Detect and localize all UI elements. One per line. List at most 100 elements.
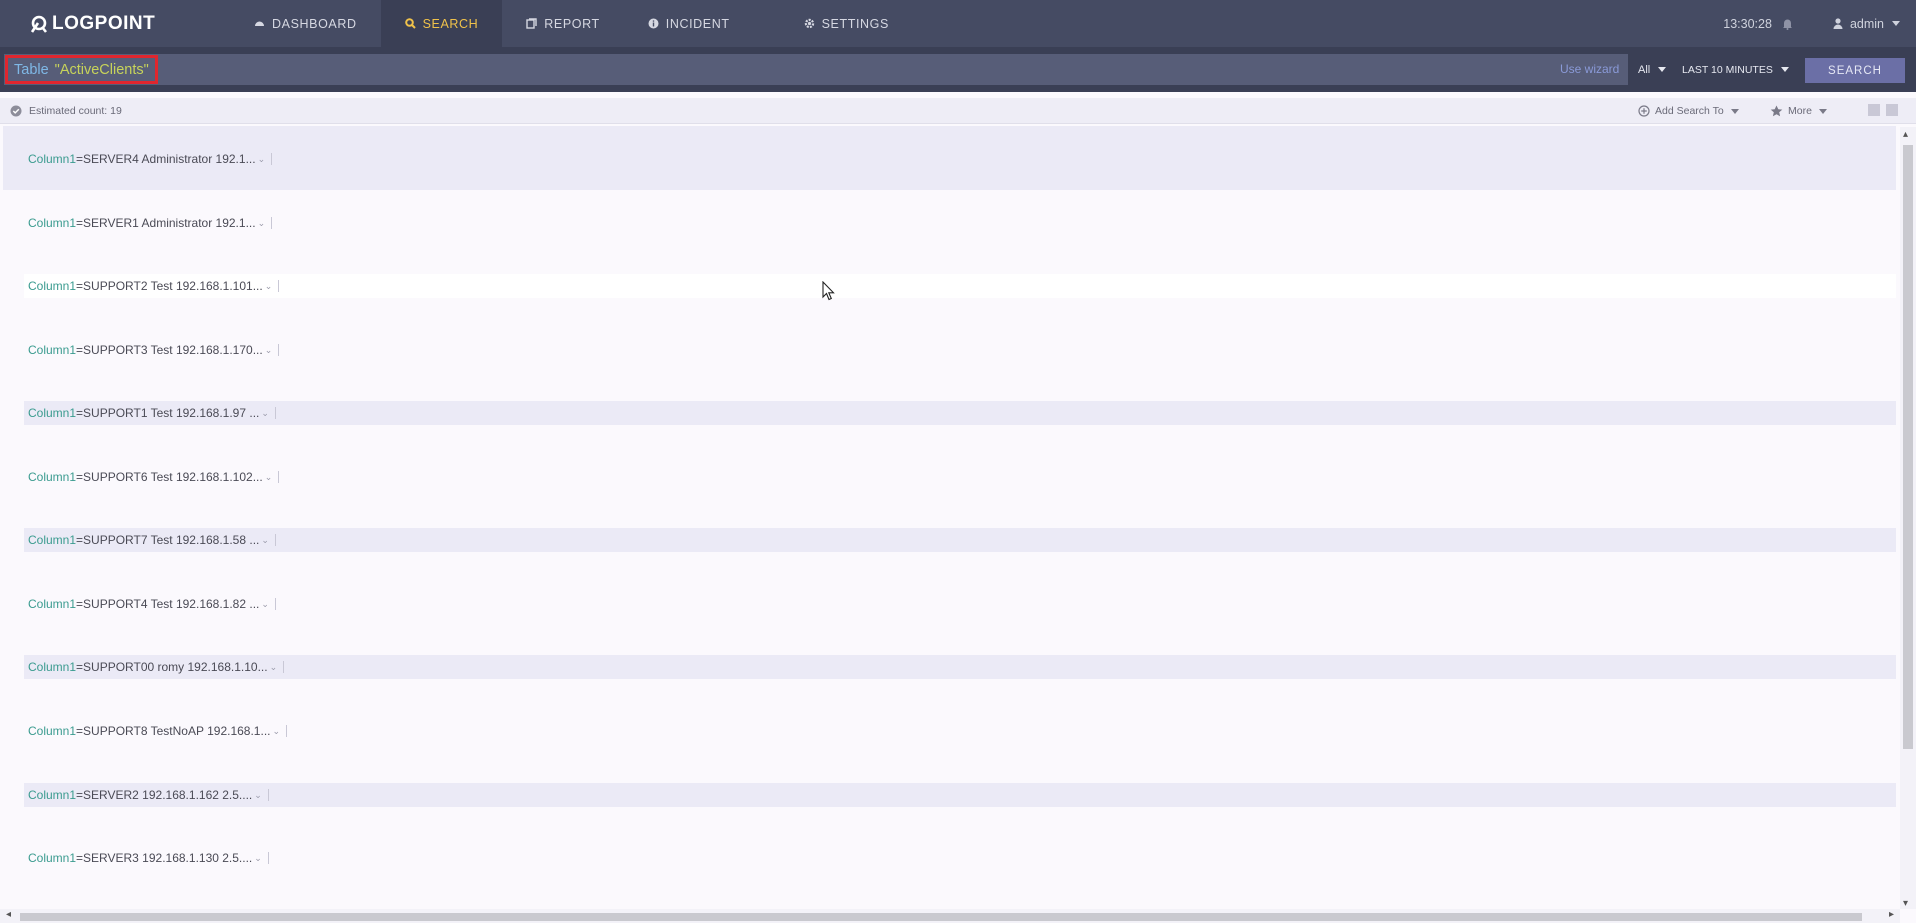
chevron-down-icon (1780, 67, 1789, 72)
chevron-down-icon[interactable]: ⌄ (261, 408, 269, 419)
chevron-down-icon[interactable]: ⌄ (254, 853, 262, 864)
field-key[interactable]: Column1 (28, 597, 76, 611)
scroll-right-icon[interactable]: ▸ (1889, 909, 1894, 920)
field-key[interactable]: Column1 (28, 152, 76, 166)
query-input[interactable] (4, 54, 1628, 85)
divider (271, 217, 273, 229)
table-row[interactable]: Column1 =SUPPORT3 Test 192.168.1.170... ⌄ (24, 338, 1896, 362)
nav-report[interactable]: REPORT (502, 0, 623, 47)
chevron-down-icon (1730, 108, 1739, 114)
divider (274, 407, 276, 419)
nav-incident-label: INCIDENT (665, 16, 730, 31)
scroll-up-icon[interactable]: ▴ (1903, 129, 1908, 140)
table-row[interactable]: Column1 =SUPPORT8 TestNoAP 192.168.1... ⌄ (24, 719, 1896, 743)
table-row[interactable]: Column1 =SUPPORT00 romy 192.168.1.10... ⌄ (24, 655, 1896, 679)
top-nav: LOGPOINT DASHBOARD SEARCH REPORT INCIDEN… (0, 0, 1916, 47)
field-value[interactable]: =SUPPORT00 romy 192.168.1.10... (76, 660, 268, 674)
chevron-down-icon[interactable]: ⌄ (254, 790, 262, 801)
scrollbar-thumb[interactable] (20, 913, 1862, 921)
table-row[interactable]: Column1 =SUPPORT6 Test 192.168.1.102... ⌄ (24, 465, 1896, 489)
chevron-down-icon[interactable]: ⌄ (258, 218, 266, 229)
clock: 13:30:28 (1723, 16, 1772, 31)
query-text[interactable]: Table "ActiveClients" (5, 55, 158, 84)
table-row[interactable]: Column1 =SERVER3 192.168.1.130 2.5.... ⌄ (24, 846, 1896, 870)
divider (267, 852, 269, 864)
nav-settings[interactable]: SETTINGS (754, 0, 913, 47)
scroll-down-icon[interactable]: ▾ (1903, 898, 1908, 909)
info-bar: Estimated count: 19 Add Search To More (0, 98, 1916, 124)
split-view-icon[interactable] (1868, 104, 1880, 116)
chevron-down-icon[interactable]: ⌄ (272, 726, 280, 737)
chevron-down-icon[interactable]: ⌄ (265, 345, 273, 356)
field-key[interactable]: Column1 (28, 343, 76, 357)
bell-icon[interactable] (1782, 18, 1793, 30)
full-view-icon[interactable] (1886, 104, 1898, 116)
field-value[interactable]: =SERVER1 Administrator 192.1... (76, 216, 256, 230)
divider (278, 344, 280, 356)
repo-scope-select[interactable]: All (1628, 54, 1678, 85)
horizontal-scrollbar[interactable]: ◂ ▸ (0, 909, 1900, 923)
table-row[interactable]: Column1 =SERVER2 192.168.1.162 2.5.... ⌄ (24, 783, 1896, 807)
field-key[interactable]: Column1 (28, 788, 76, 802)
divider (286, 725, 288, 737)
field-key[interactable]: Column1 (28, 533, 76, 547)
chevron-down-icon[interactable]: ⌄ (265, 281, 273, 292)
query-keyword: Table (14, 61, 49, 78)
search-button[interactable]: SEARCH (1805, 58, 1905, 83)
scope-value: All (1638, 63, 1651, 76)
nav-search[interactable]: SEARCH (380, 0, 503, 47)
mouse-cursor-icon (822, 280, 836, 306)
field-value[interactable]: =SUPPORT7 Test 192.168.1.58 ... (76, 533, 259, 547)
field-value[interactable]: =SUPPORT8 TestNoAP 192.168.1... (76, 724, 270, 738)
chevron-down-icon[interactable]: ⌄ (261, 535, 269, 546)
field-value[interactable]: =SUPPORT2 Test 192.168.1.101... (76, 279, 263, 293)
results-list: Column1 =SERVER4 Administrator 192.1... ⌄ … (0, 127, 1896, 909)
field-value[interactable]: =SERVER3 192.168.1.130 2.5.... (76, 851, 252, 865)
field-key[interactable]: Column1 (28, 660, 76, 674)
table-row[interactable]: Column1 =SUPPORT7 Test 192.168.1.58 ... ⌄ (24, 528, 1896, 552)
field-key[interactable]: Column1 (28, 279, 76, 293)
nav-incident[interactable]: INCIDENT (624, 0, 754, 47)
field-value[interactable]: =SUPPORT3 Test 192.168.1.170... (76, 343, 263, 357)
use-wizard-link[interactable]: Use wizard (1560, 54, 1619, 85)
dashboard-icon (254, 18, 265, 29)
field-value[interactable]: =SUPPORT4 Test 192.168.1.82 ... (76, 597, 259, 611)
table-row[interactable]: Column1 =SERVER4 Administrator 192.1... ⌄ (24, 147, 1896, 171)
add-search-to-button[interactable]: Add Search To (1638, 98, 1739, 124)
nav-dashboard[interactable]: DASHBOARD (230, 0, 381, 47)
divider (274, 534, 276, 546)
divider (274, 598, 276, 610)
scroll-left-icon[interactable]: ◂ (6, 909, 11, 920)
time-range-select[interactable]: LAST 10 MINUTES (1680, 54, 1798, 85)
field-key[interactable]: Column1 (28, 851, 76, 865)
field-value[interactable]: =SERVER2 192.168.1.162 2.5.... (76, 788, 252, 802)
more-button[interactable]: More (1770, 98, 1827, 124)
logo[interactable]: LOGPOINT (0, 0, 230, 47)
field-value[interactable]: =SERVER4 Administrator 192.1... (76, 152, 256, 166)
table-row[interactable]: Column1 =SUPPORT2 Test 192.168.1.101... ⌄ (24, 274, 1896, 298)
chevron-down-icon[interactable]: ⌄ (270, 662, 278, 673)
estimated-count-text: Estimated count: 19 (29, 105, 122, 117)
nav-report-label: REPORT (544, 16, 600, 31)
field-value[interactable]: =SUPPORT6 Test 192.168.1.102... (76, 470, 263, 484)
table-row[interactable]: Column1 =SERVER1 Administrator 192.1... ⌄ (24, 211, 1896, 235)
user-menu[interactable]: admin (1833, 17, 1900, 31)
field-key[interactable]: Column1 (28, 724, 76, 738)
field-value[interactable]: =SUPPORT1 Test 192.168.1.97 ... (76, 406, 259, 420)
table-row[interactable]: Column1 =SUPPORT4 Test 192.168.1.82 ... ⌄ (24, 592, 1896, 616)
scrollbar-thumb[interactable] (1903, 145, 1913, 749)
report-icon (526, 18, 537, 29)
star-icon (1770, 105, 1783, 117)
chevron-down-icon[interactable]: ⌄ (265, 472, 273, 483)
vertical-scrollbar[interactable]: ▴ ▾ (1900, 127, 1916, 909)
field-key[interactable]: Column1 (28, 406, 76, 420)
field-key[interactable]: Column1 (28, 216, 76, 230)
logo-text: LOGPOINT (52, 12, 156, 34)
add-search-to-label: Add Search To (1655, 105, 1724, 117)
table-row[interactable]: Column1 =SUPPORT1 Test 192.168.1.97 ... ⌄ (24, 401, 1896, 425)
field-key[interactable]: Column1 (28, 470, 76, 484)
chevron-down-icon[interactable]: ⌄ (258, 154, 266, 165)
divider (278, 471, 280, 483)
chevron-down-icon[interactable]: ⌄ (261, 599, 269, 610)
chevron-down-icon (1818, 108, 1827, 114)
